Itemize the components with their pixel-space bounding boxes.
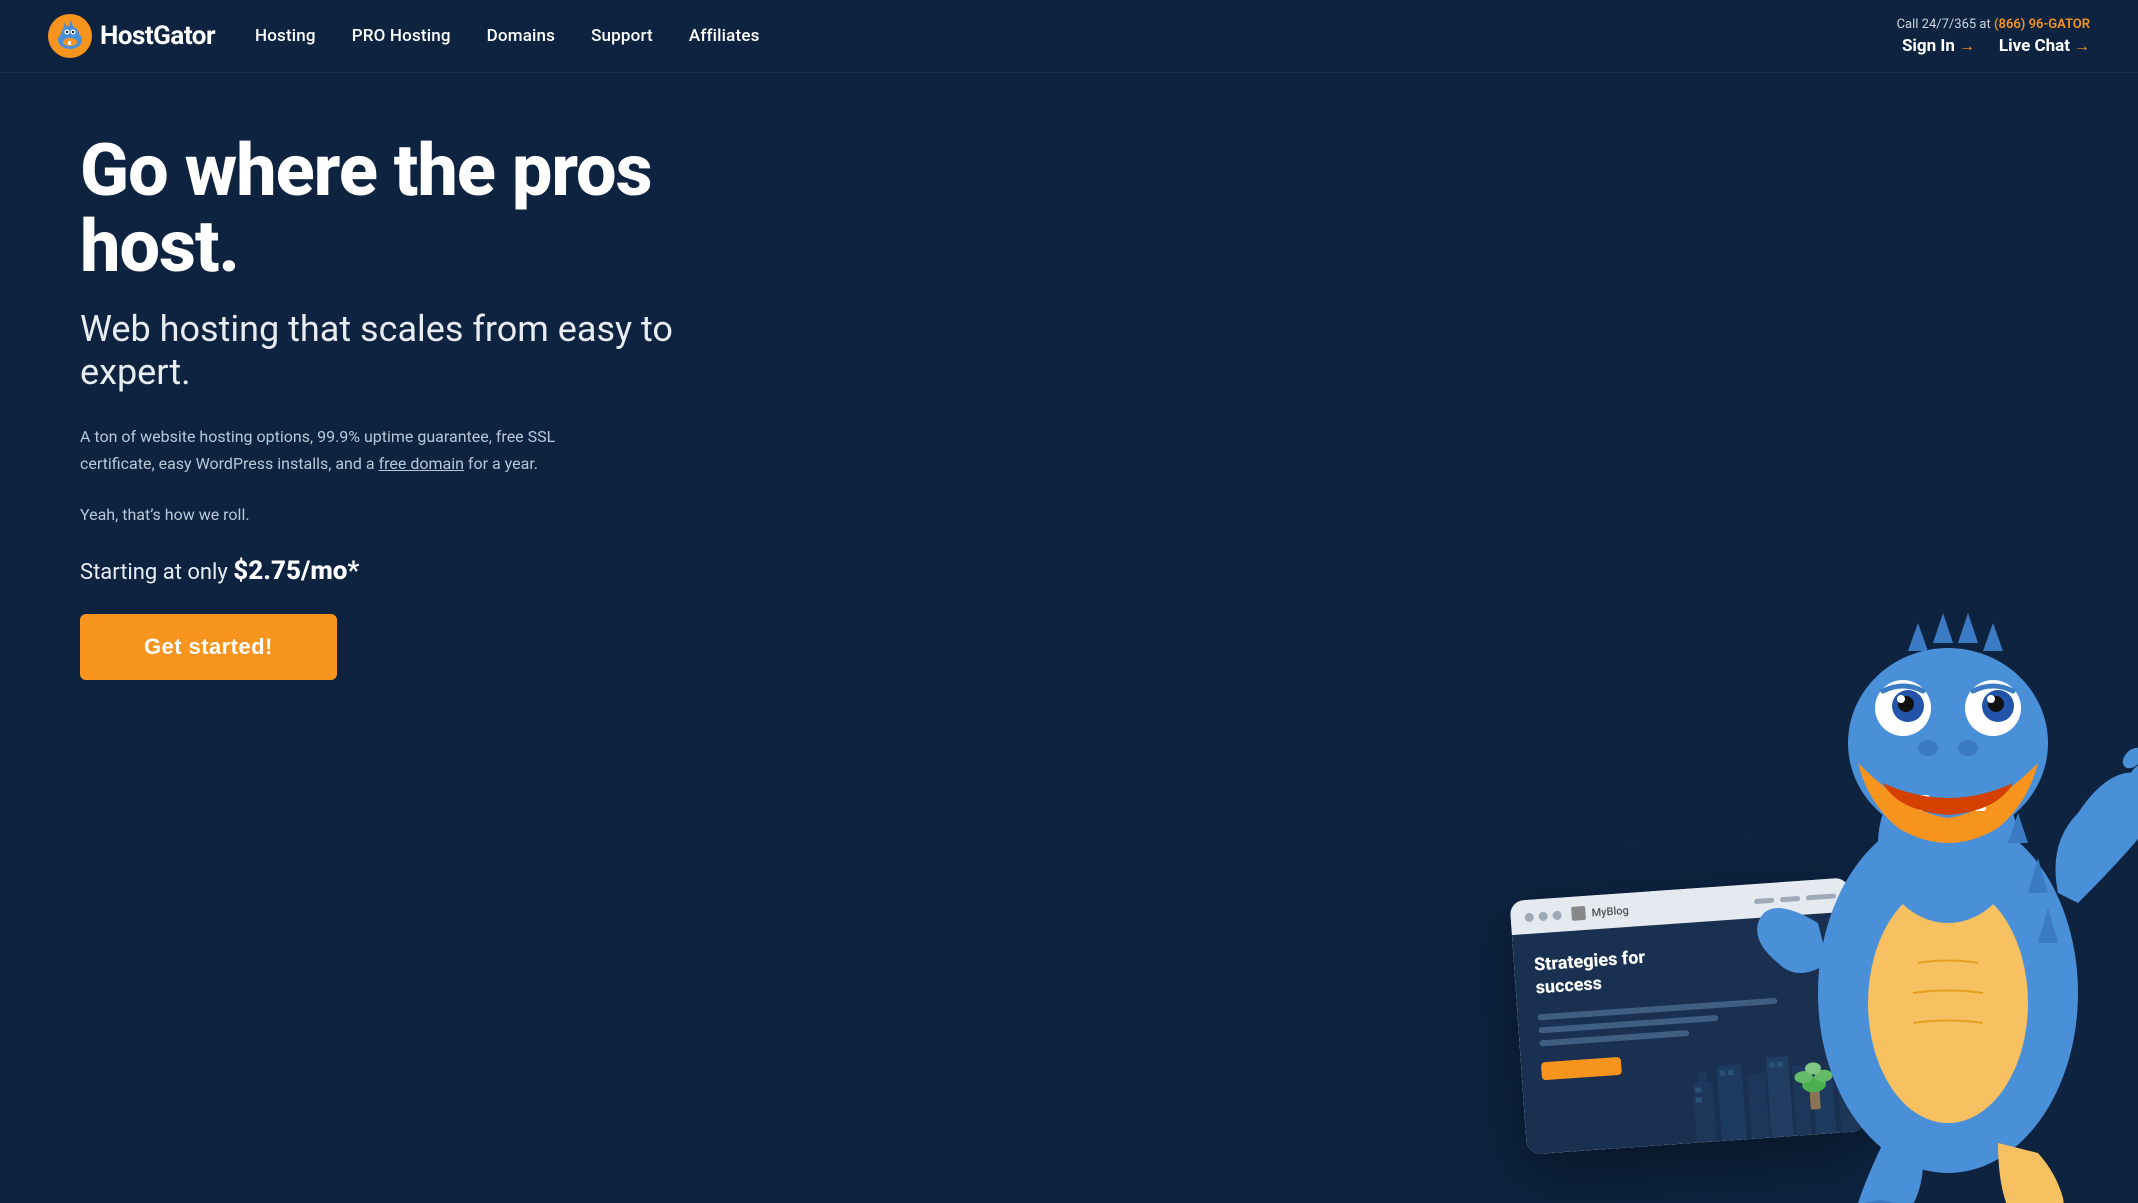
hero-price: Starting at only $2.75/mo* [80, 556, 700, 586]
main-nav: Hosting PRO Hosting Domains Support Affi… [255, 26, 760, 46]
header-right: Call 24/7/365 at (866) 96-GATOR Sign In … [1897, 17, 2090, 56]
free-domain-link[interactable]: free domain [379, 454, 464, 473]
nav-support[interactable]: Support [591, 26, 653, 46]
call-text: Call 24/7/365 at (866) 96-GATOR [1897, 17, 2090, 32]
logo-link[interactable]: HostGator [48, 14, 215, 58]
hero-price-value: $2.75/mo* [233, 556, 359, 586]
nav-affiliates[interactable]: Affiliates [689, 26, 760, 46]
sign-in-link[interactable]: Sign In → [1902, 36, 1975, 56]
hero-description: A ton of website hosting options, 99.9% … [80, 423, 560, 477]
header-left: HostGator Hosting PRO Hosting Domains Su… [48, 14, 760, 58]
hero-section: Go where the pros host. Web hosting that… [0, 73, 2138, 1203]
hero-subheadline: Web hosting that scales from easy to exp… [80, 308, 700, 394]
nav-domains[interactable]: Domains [487, 26, 555, 46]
header-actions: Sign In → Live Chat → [1902, 36, 2090, 56]
browser-dots [1524, 910, 1562, 922]
hero-content: Go where the pros host. Web hosting that… [80, 133, 700, 680]
hero-headline: Go where the pros host. [80, 133, 700, 284]
gator-mascot-icon [1578, 543, 2138, 1203]
logo-icon [48, 14, 92, 58]
site-header: HostGator Hosting PRO Hosting Domains Su… [0, 0, 2138, 73]
browser-dot-1 [1524, 912, 1534, 922]
live-chat-arrow-icon: → [2074, 36, 2090, 56]
logo-text: HostGator [100, 21, 215, 51]
browser-dot-2 [1538, 911, 1548, 921]
sign-in-arrow-icon: → [1959, 36, 1975, 56]
hero-illustration: MyBlog [1478, 503, 2138, 1203]
get-started-button[interactable]: Get started! [80, 614, 337, 680]
phone-number: (866) 96-GATOR [1994, 17, 2090, 32]
hero-tagline: Yeah, that’s how we roll. [80, 505, 700, 524]
browser-dot-3 [1552, 910, 1562, 920]
nav-hosting[interactable]: Hosting [255, 26, 316, 46]
nav-pro-hosting[interactable]: PRO Hosting [352, 26, 451, 46]
live-chat-link[interactable]: Live Chat → [1999, 36, 2090, 56]
